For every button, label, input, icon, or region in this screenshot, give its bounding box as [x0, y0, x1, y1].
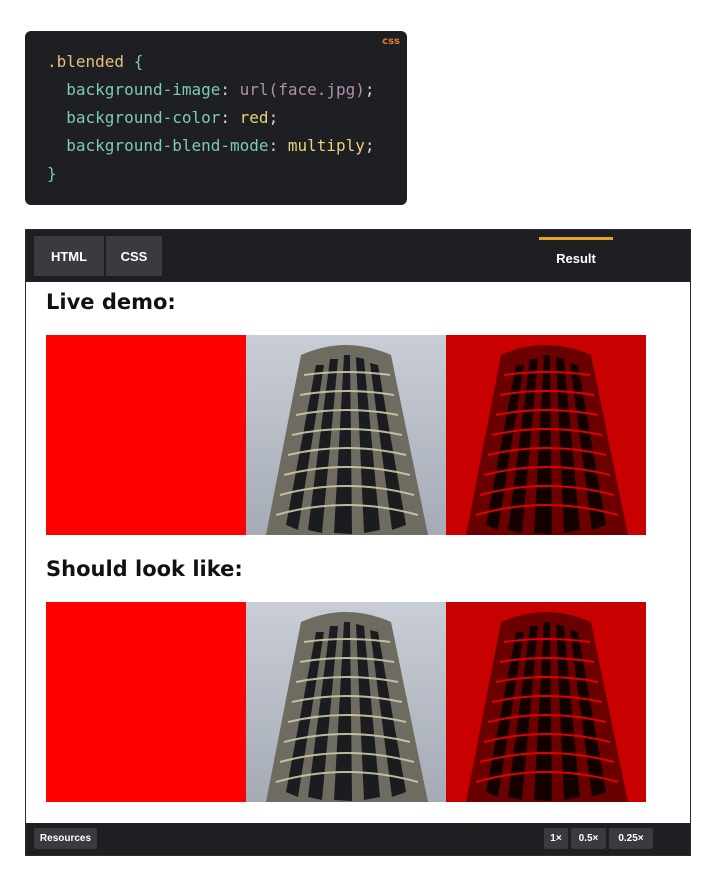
- code-value: multiply: [287, 136, 365, 155]
- resources-button[interactable]: Resources: [34, 828, 97, 849]
- code-language-label: css: [382, 36, 400, 47]
- blended-building-image: [446, 335, 646, 535]
- code-close-brace: }: [47, 164, 57, 183]
- live-demo-row: [46, 335, 646, 535]
- zoom-1x-button[interactable]: 1×: [544, 828, 568, 849]
- tab-html[interactable]: HTML: [34, 236, 104, 276]
- code-content: .blended { background-image: url(face.jp…: [47, 52, 375, 183]
- codepen-embed: HTML CSS Result Live demo: Should look l…: [25, 229, 691, 856]
- building-image: [246, 335, 446, 535]
- code-block: css .blended { background-image: url(fac…: [25, 31, 407, 205]
- tab-result[interactable]: Result: [539, 237, 613, 277]
- blended-building-photo: [446, 602, 646, 802]
- expected-row: [46, 602, 646, 802]
- code-selector: .blended: [47, 52, 125, 71]
- building-image: [246, 602, 446, 802]
- building-photo: [246, 335, 446, 535]
- building-photo: [246, 602, 446, 802]
- tab-css[interactable]: CSS: [106, 236, 162, 276]
- code-value: red: [239, 108, 269, 127]
- code-property: background-image: [66, 80, 221, 99]
- red-square: [46, 335, 246, 535]
- blended-building-photo: [446, 335, 646, 535]
- red-square: [46, 602, 246, 802]
- live-demo-heading: Live demo:: [46, 290, 176, 314]
- result-pane: Live demo: Should look like:: [26, 282, 690, 825]
- embed-footer: Resources 1× 0.5× 0.25×: [26, 823, 690, 855]
- embed-tab-bar: HTML CSS Result: [26, 230, 690, 282]
- code-value: url(face.jpg): [239, 80, 365, 99]
- zoom-05x-button[interactable]: 0.5×: [571, 828, 606, 849]
- should-look-like-heading: Should look like:: [46, 557, 243, 581]
- blended-building-image: [446, 602, 646, 802]
- zoom-025x-button[interactable]: 0.25×: [609, 828, 653, 849]
- code-property: background-color: [66, 108, 221, 127]
- code-open-brace: {: [133, 52, 144, 71]
- code-property: background-blend-mode: [66, 136, 269, 155]
